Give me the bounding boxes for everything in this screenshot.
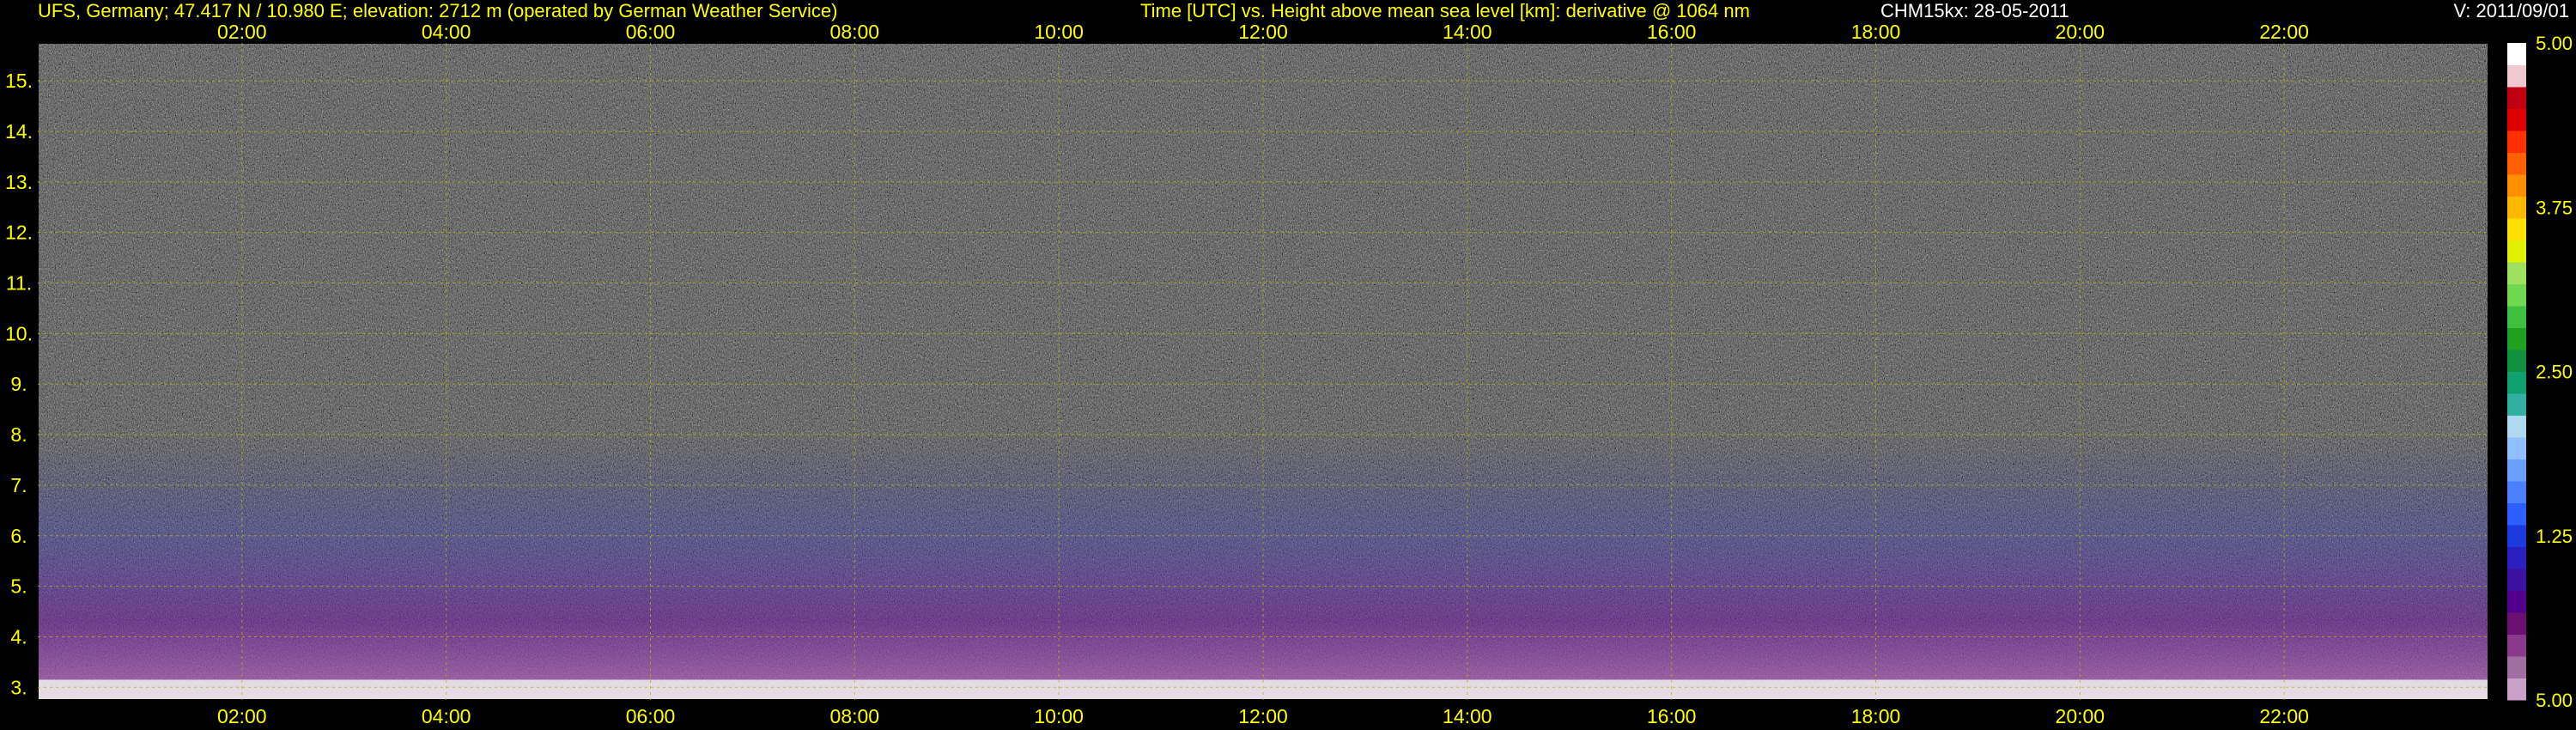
x-tick-label-bottom: 22:00	[2259, 705, 2309, 727]
y-tick-label: 5.	[10, 575, 27, 598]
y-tick-label: 12.	[5, 222, 33, 244]
colorbar-swatch	[2507, 415, 2526, 438]
colorbar-swatch	[2507, 437, 2526, 459]
x-tick-label-bottom: 14:00	[1443, 705, 1492, 727]
colorbar-swatch	[2507, 131, 2526, 153]
colorbar-swatch	[2507, 350, 2526, 372]
colorbar-swatch	[2507, 43, 2526, 65]
y-tick-label: 10.	[5, 322, 33, 344]
colorbar-tick-label: 5.00	[2536, 33, 2573, 54]
x-tick-label-top: 14:00	[1443, 21, 1492, 43]
x-tick-label-top: 16:00	[1647, 21, 1697, 43]
y-tick-label: 6.	[10, 525, 27, 547]
x-tick-label-top: 02:00	[217, 21, 267, 43]
x-tick-label-top: 18:00	[1851, 21, 1901, 43]
colorbar-swatch	[2507, 634, 2526, 657]
colorbar-swatch	[2507, 283, 2526, 307]
x-axis-bottom: 02:00 04:00 06:00 08:00 10:00 12:00 14:00 16:00…	[217, 705, 2309, 727]
x-tick-label-top: 04:00	[422, 21, 471, 43]
colorbar-swatch	[2507, 590, 2526, 613]
x-tick-label-top: 06:00	[626, 21, 676, 43]
x-tick-label-bottom: 02:00	[217, 705, 267, 727]
x-tick-label-top: 10:00	[1034, 21, 1084, 43]
colorbar-swatch	[2507, 569, 2526, 591]
y-tick-label: 4.	[10, 625, 27, 648]
x-tick-label-top: 20:00	[2056, 21, 2105, 43]
backscatter-chart: 02:00 04:00 06:00 08:00 10:00 12:00 14:00 16:00…	[5, 21, 2573, 727]
colorbar-swatch	[2507, 174, 2526, 197]
colorbar-swatch	[2507, 196, 2526, 219]
x-tick-label-bottom: 06:00	[626, 705, 676, 727]
colorbar-swatch	[2507, 612, 2526, 635]
y-tick-label: 3.	[10, 676, 27, 698]
colorbar-tick-label: 5.00	[2536, 690, 2573, 711]
y-tick-label: 14.	[5, 120, 33, 143]
colorbar-swatch	[2507, 262, 2526, 284]
colorbar-swatch	[2507, 502, 2526, 526]
colorbar-tick-label: 1.25	[2536, 526, 2573, 547]
colorbar-swatch	[2507, 459, 2526, 482]
x-tick-label-bottom: 08:00	[830, 705, 880, 727]
x-tick-label-bottom: 04:00	[422, 705, 471, 727]
colorbar-swatch	[2507, 393, 2526, 416]
y-tick-label: 11.	[6, 272, 32, 295]
y-tick-label: 8.	[10, 423, 27, 446]
colorbar-swatch	[2507, 108, 2526, 131]
colorbar-swatch	[2507, 546, 2526, 569]
x-tick-label-bottom: 18:00	[1851, 705, 1901, 727]
colorbar-swatch	[2507, 240, 2526, 263]
colorbar-swatch	[2507, 64, 2526, 88]
x-tick-label-bottom: 16:00	[1647, 705, 1697, 727]
x-tick-label-bottom: 12:00	[1238, 705, 1288, 727]
x-tick-label-top: 22:00	[2259, 21, 2309, 43]
colorbar-swatch	[2507, 481, 2526, 503]
colorbar-swatch	[2507, 678, 2526, 701]
x-tick-label-top: 08:00	[830, 21, 880, 43]
colorbar-swatch	[2507, 525, 2526, 547]
y-tick-label: 9.	[10, 373, 27, 395]
colorbar-swatch	[2507, 87, 2526, 109]
colorbar-swatch	[2507, 152, 2526, 175]
y-tick-label: 13.	[5, 171, 33, 193]
colorbar-swatch	[2507, 218, 2526, 240]
x-axis-top: 02:00 04:00 06:00 08:00 10:00 12:00 14:00 16:00…	[217, 21, 2309, 43]
y-tick-label: 7.	[10, 474, 27, 496]
colorbar: 5.00 3.75 2.50 1.25 5.00	[2507, 33, 2573, 711]
y-tick-label: 15.	[5, 70, 33, 92]
x-tick-label-bottom: 10:00	[1034, 705, 1084, 727]
colorbar-tick-label: 3.75	[2536, 197, 2573, 218]
colorbar-swatch	[2507, 371, 2526, 394]
colorbar-swatch	[2507, 656, 2526, 678]
y-axis: 3. 4. 5. 6. 7. 8. 9. 10. 11. 12. 13. 14. 15.	[5, 70, 33, 698]
x-tick-label-bottom: 20:00	[2056, 705, 2105, 727]
x-tick-label-top: 12:00	[1238, 21, 1288, 43]
colorbar-swatch	[2507, 327, 2526, 350]
colorbar-swatch	[2507, 306, 2526, 328]
colorbar-tick-label: 2.50	[2536, 362, 2573, 383]
